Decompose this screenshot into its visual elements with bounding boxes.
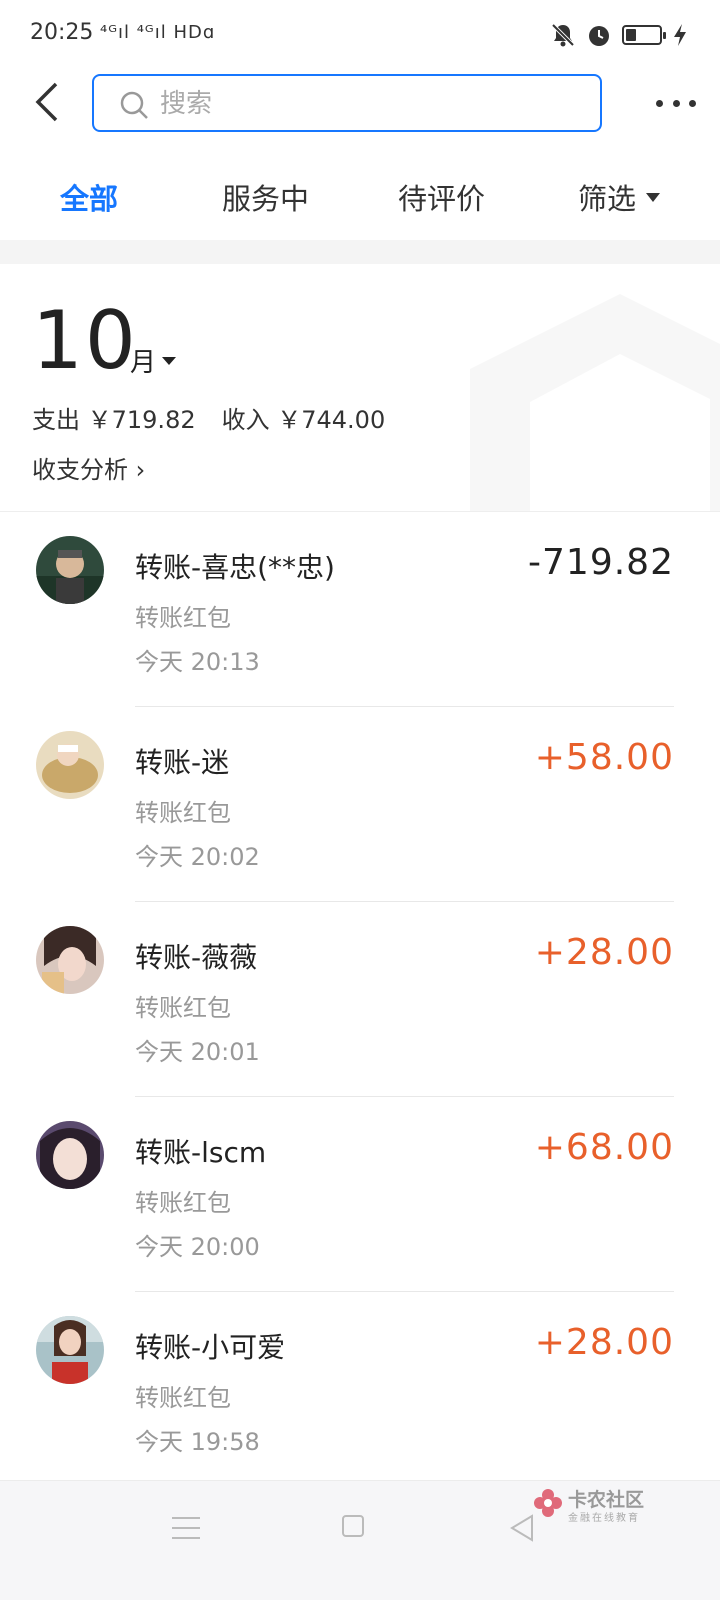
- transaction-time: 今天 20:00: [135, 1233, 260, 1261]
- list-item[interactable]: 转账-喜忠(**忠) 转账红包 今天 20:13 -719.82: [0, 512, 720, 707]
- watermark-logo: 卡农社区 金融在线教育: [532, 1485, 692, 1529]
- search-bar[interactable]: [92, 74, 602, 132]
- transaction-amount: +28.00: [534, 932, 674, 973]
- more-dot-icon: [656, 99, 663, 107]
- background-hexagon-decoration: [470, 294, 720, 511]
- menu-line-icon: [172, 1527, 200, 1529]
- transaction-title: 转账-小可爱: [135, 1331, 286, 1364]
- month-unit-label: 月: [130, 348, 157, 378]
- system-back-button[interactable]: [508, 1513, 536, 1543]
- back-triangle-icon: [510, 1514, 533, 1542]
- avatar: [36, 536, 104, 604]
- filter-tabs: 全部 服务中 待评价 筛选: [0, 150, 720, 240]
- transaction-category: 转账红包: [135, 1384, 231, 1412]
- battery-icon: [622, 25, 666, 45]
- search-input[interactable]: [160, 88, 580, 120]
- transaction-amount: +68.00: [534, 1127, 674, 1168]
- list-item[interactable]: 转账-小可爱 转账红包 今天 19:58 +28.00: [0, 1292, 720, 1487]
- transaction-category: 转账红包: [135, 799, 231, 827]
- transaction-time: 今天 20:13: [135, 648, 260, 676]
- transaction-amount: +28.00: [534, 1322, 674, 1363]
- recent-apps-button[interactable]: [172, 1517, 200, 1539]
- month-stats: 支出 ￥719.82 收入 ￥744.00: [32, 400, 385, 435]
- section-divider: [0, 240, 720, 264]
- search-icon: [120, 91, 148, 119]
- dropdown-triangle-icon: [162, 356, 177, 365]
- more-dot-icon: [689, 99, 696, 107]
- transaction-time: 今天 19:58: [135, 1428, 260, 1456]
- charging-icon: [672, 22, 698, 48]
- menu-line-icon: [172, 1537, 200, 1539]
- analysis-link[interactable]: 收支分析 ›: [32, 450, 145, 485]
- transaction-list: 转账-喜忠(**忠) 转账红包 今天 20:13 -719.82 转账-迷 转账…: [0, 512, 720, 1487]
- transaction-title: 转账-薇薇: [135, 941, 258, 974]
- status-time: 20:25: [30, 20, 94, 45]
- dropdown-triangle-icon: [646, 192, 661, 202]
- watermark-tagline: 金融在线教育: [568, 1513, 640, 1524]
- tab-filter[interactable]: 筛选: [578, 176, 661, 218]
- tab-filter-label: 筛选: [578, 182, 637, 216]
- avatar: [36, 731, 104, 799]
- transaction-category: 转账红包: [135, 1189, 231, 1217]
- more-dot-icon: [672, 99, 680, 107]
- list-item[interactable]: 转账-迷 转账红包 今天 20:02 +58.00: [0, 707, 720, 902]
- month-number[interactable]: 10: [32, 294, 138, 387]
- month-selector[interactable]: 月: [130, 342, 177, 379]
- transaction-title: 转账-喜忠(**忠): [135, 551, 335, 584]
- avatar: [36, 926, 104, 994]
- alarm-icon: [586, 22, 612, 48]
- list-item[interactable]: 转账-lscm 转账红包 今天 20:00 +68.00: [0, 1097, 720, 1292]
- transaction-time: 今天 20:01: [135, 1038, 260, 1066]
- status-bar: 20:25 ⁴ᴳıl ⁴ᴳıl HDɑ: [0, 0, 720, 70]
- flower-logo-icon: [534, 1489, 562, 1517]
- avatar: [36, 1316, 104, 1384]
- system-nav-bar: 卡农社区 金融在线教育: [0, 1480, 720, 1600]
- avatar: [36, 1121, 104, 1189]
- mute-bell-icon: [550, 22, 576, 48]
- month-summary: 10 月 支出 ￥719.82 收入 ￥744.00 收支分析 ›: [0, 264, 720, 512]
- back-arrow-icon: [35, 82, 58, 122]
- tab-in-service[interactable]: 服务中: [222, 176, 309, 218]
- network-signal: ⁴ᴳıl ⁴ᴳıl HDɑ: [100, 22, 216, 43]
- transaction-amount: +58.00: [534, 737, 674, 778]
- top-bar: [0, 70, 720, 140]
- status-icons: [550, 22, 698, 48]
- list-item[interactable]: 转账-薇薇 转账红包 今天 20:01 +28.00: [0, 902, 720, 1097]
- transaction-amount: -719.82: [528, 542, 674, 583]
- watermark-name: 卡农社区: [568, 1489, 645, 1511]
- expense-total: 支出 ￥719.82: [32, 406, 196, 434]
- transaction-time: 今天 20:02: [135, 843, 260, 871]
- income-total: 收入 ￥744.00: [221, 406, 386, 434]
- tab-pending-review[interactable]: 待评价: [398, 176, 485, 218]
- home-button[interactable]: [342, 1515, 364, 1537]
- back-button[interactable]: [28, 80, 68, 124]
- transaction-category: 转账红包: [135, 604, 231, 632]
- more-options-button[interactable]: [656, 88, 696, 118]
- transaction-category: 转账红包: [135, 994, 231, 1022]
- transaction-title: 转账-迷: [135, 746, 230, 779]
- tab-all[interactable]: 全部: [60, 176, 118, 218]
- transaction-title: 转账-lscm: [135, 1136, 267, 1169]
- menu-line-icon: [172, 1517, 200, 1519]
